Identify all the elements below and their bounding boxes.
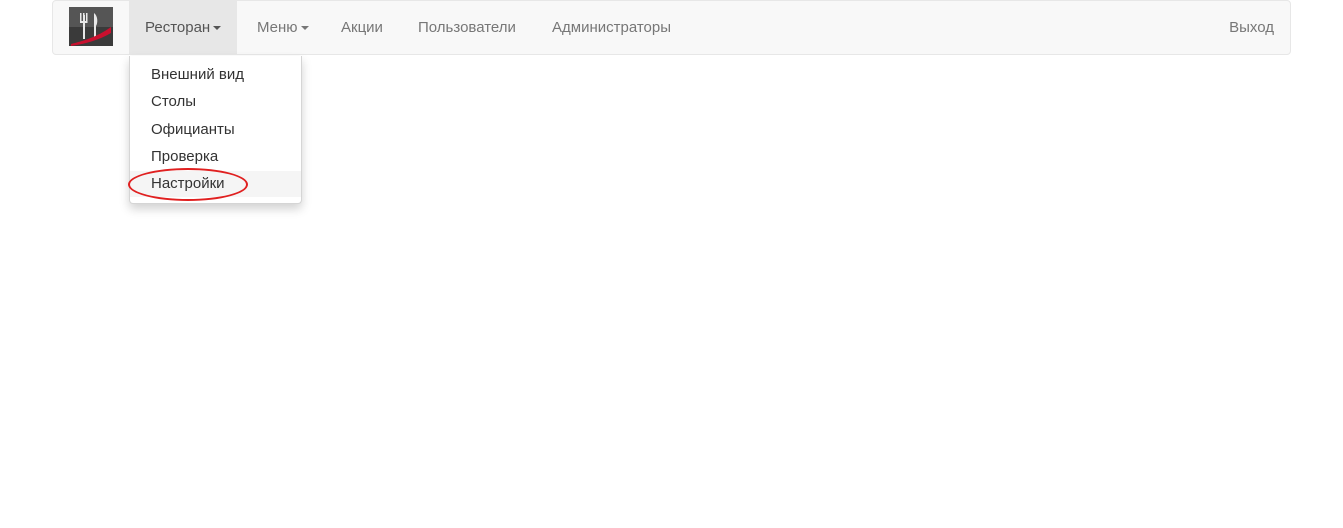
dropdown-item-settings[interactable]: Настройки xyxy=(130,171,301,197)
nav-item-label: Администраторы xyxy=(552,19,672,36)
fork-knife-logo-icon[interactable] xyxy=(69,7,113,46)
nav-item-promotions[interactable]: Акции xyxy=(325,1,399,55)
dropdown-item-label: Проверка xyxy=(151,148,219,165)
caret-down-icon xyxy=(213,26,222,31)
dropdown-item-appearance[interactable]: Внешний вид xyxy=(130,62,301,88)
dropdown-item-check[interactable]: Проверка xyxy=(130,144,301,170)
nav-item-label: Пользователи xyxy=(418,19,516,36)
dropdown-item-tables[interactable]: Столы xyxy=(130,89,301,115)
nav-item-label: Меню xyxy=(257,19,298,36)
logout-link[interactable]: Выход xyxy=(1213,1,1290,55)
nav-item-label: Ресторан xyxy=(145,19,211,36)
dropdown-item-label: Столы xyxy=(151,93,197,110)
nav-item-administrators[interactable]: Администраторы xyxy=(536,1,687,55)
dropdown-item-waiters[interactable]: Официанты xyxy=(130,117,301,143)
nav-item-menu[interactable]: Меню xyxy=(241,1,325,55)
dropdown-item-label: Настройки xyxy=(151,175,225,192)
dropdown-item-label: Официанты xyxy=(151,121,235,138)
dropdown-item-label: Внешний вид xyxy=(151,66,244,83)
logout-label: Выход xyxy=(1229,19,1274,36)
caret-down-icon xyxy=(300,26,309,31)
top-navbar: Ресторан Меню Акции Пользователи Админис… xyxy=(52,0,1291,55)
nav-item-users[interactable]: Пользователи xyxy=(402,1,532,55)
nav-item-restaurant[interactable]: Ресторан xyxy=(129,1,238,55)
nav-item-label: Акции xyxy=(341,19,383,36)
restaurant-dropdown-menu: Внешний вид Столы Официанты Проверка Нас… xyxy=(129,56,302,204)
